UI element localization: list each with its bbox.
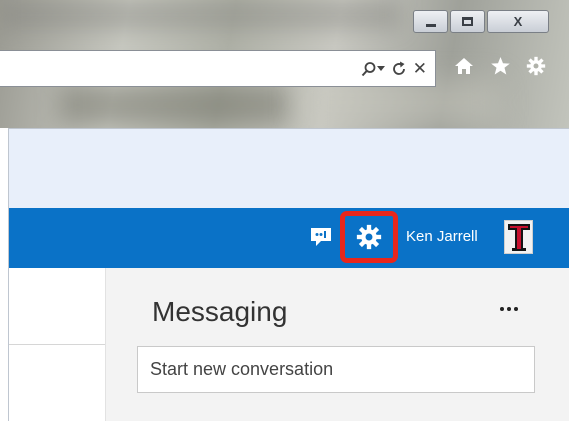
header-band (9, 129, 569, 208)
favorites-star-icon[interactable] (489, 55, 511, 77)
ellipsis-icon[interactable] (494, 300, 524, 318)
user-name[interactable]: Ken Jarrell (406, 228, 478, 245)
close-icon: X (513, 14, 523, 29)
suite-bar: Ken Jarrell (9, 208, 569, 268)
dropdown-arrow-icon[interactable] (376, 59, 385, 79)
minimize-button[interactable] (413, 10, 448, 33)
maximize-icon (462, 17, 473, 26)
window-caption-buttons: X (413, 10, 549, 33)
browser-toolbar (453, 55, 547, 77)
settings-gear-icon[interactable] (525, 55, 547, 77)
search-icon[interactable] (361, 59, 377, 79)
close-button[interactable]: X (487, 10, 549, 33)
settings-highlight (340, 211, 398, 263)
refresh-icon[interactable] (391, 59, 407, 79)
maximize-button[interactable] (450, 10, 485, 33)
avatar[interactable] (504, 220, 533, 254)
settings-gear-icon[interactable] (356, 224, 382, 250)
minimize-icon (425, 24, 436, 27)
messaging-panel: Messaging (105, 268, 569, 421)
background-blur (0, 0, 400, 30)
panel-title: Messaging (152, 296, 288, 327)
stop-icon[interactable]: ✕ (413, 59, 427, 79)
background-blur (60, 85, 290, 125)
page-content: Ken Jarrell Messaging (8, 128, 569, 421)
home-icon[interactable] (453, 55, 475, 77)
address-bar[interactable]: ✕ (0, 50, 436, 87)
chat-feedback-icon[interactable] (309, 226, 333, 248)
new-conversation-input[interactable] (137, 346, 535, 393)
divider (9, 344, 105, 345)
